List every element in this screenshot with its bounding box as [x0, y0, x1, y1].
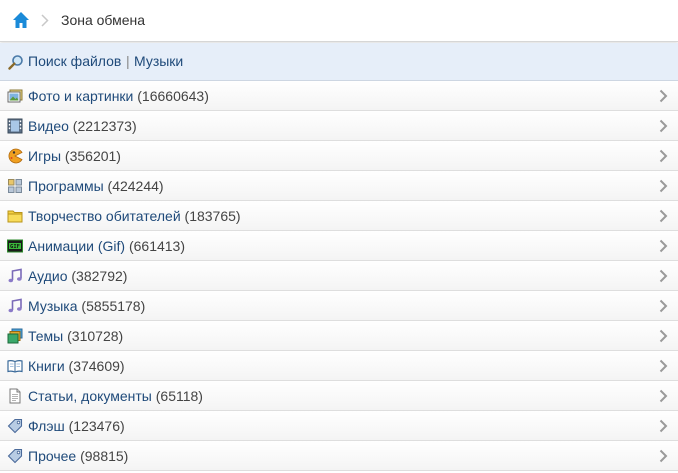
chevron-right-icon — [659, 179, 668, 193]
category-label: Творчество обитателей — [28, 208, 181, 224]
category-themes[interactable]: Темы (310728) — [0, 321, 678, 351]
document-icon — [9, 388, 21, 404]
page-title: Зона обмена — [61, 12, 146, 28]
category-label: Статьи, документы — [28, 388, 152, 404]
music-note-icon — [8, 268, 22, 283]
category-label: Прочее — [28, 448, 77, 464]
category-audio[interactable]: Аудио (382792) — [0, 261, 678, 291]
book-icon — [7, 360, 23, 373]
category-count: (661413) — [128, 238, 186, 254]
category-creativity[interactable]: Творчество обитателей (183765) — [0, 201, 678, 231]
folder-icon — [7, 210, 23, 223]
category-count: (310728) — [67, 328, 124, 344]
category-count: (382792) — [71, 268, 128, 284]
category-label: Темы — [28, 328, 64, 344]
chevron-right-icon — [659, 119, 668, 133]
top-bar: Зона обмена — [0, 0, 678, 42]
category-label: Фото и картинки — [28, 88, 134, 104]
category-video[interactable]: Видео (2212373) — [0, 111, 678, 141]
category-count: (183765) — [184, 208, 241, 224]
category-label: Аудио — [28, 268, 68, 284]
chevron-right-icon — [659, 419, 668, 433]
category-label: Музыка — [28, 298, 78, 314]
tag-icon — [7, 418, 23, 434]
category-count: (2212373) — [72, 118, 137, 134]
category-list: Фото и картинки (16660643) Видео (221237… — [0, 81, 678, 471]
apps-grid-icon — [8, 179, 22, 193]
chevron-right-icon — [659, 269, 668, 283]
category-label: Видео — [28, 118, 69, 134]
category-programs[interactable]: Программы (424244) — [0, 171, 678, 201]
svg-text:GIF: GIF — [10, 244, 20, 250]
search-files-link[interactable]: Поиск файлов — [28, 53, 121, 69]
chevron-right-icon — [659, 299, 668, 313]
category-count: (5855178) — [81, 298, 146, 314]
search-separator: | — [126, 53, 130, 69]
chevron-right-icon — [659, 239, 668, 253]
search-bar: Поиск файлов | Музыки — [0, 43, 678, 81]
chevron-right-icon — [659, 359, 668, 373]
category-music[interactable]: Музыка (5855178) — [0, 291, 678, 321]
search-music-link[interactable]: Музыки — [134, 53, 183, 69]
themes-icon — [7, 328, 23, 344]
chevron-right-icon — [659, 389, 668, 403]
tag-icon — [7, 448, 23, 464]
gif-icon: GIF — [7, 239, 23, 253]
chevron-right-icon — [659, 89, 668, 103]
pacman-icon — [8, 148, 23, 164]
category-count: (65118) — [155, 388, 203, 404]
chevron-right-icon — [41, 14, 49, 27]
chevron-right-icon — [659, 149, 668, 163]
category-count: (424244) — [107, 178, 164, 194]
chevron-right-icon — [659, 209, 668, 223]
category-label: Анимации (Gif) — [28, 238, 126, 254]
music-note-icon — [8, 298, 22, 313]
category-flash[interactable]: Флэш (123476) — [0, 411, 678, 441]
category-books[interactable]: Книги (374609) — [0, 351, 678, 381]
category-label: Флэш — [28, 418, 65, 434]
film-icon — [7, 118, 23, 134]
category-count: (356201) — [64, 148, 121, 164]
photo-icon — [7, 89, 23, 103]
chevron-right-icon — [659, 449, 668, 463]
category-other[interactable]: Прочее (98815) — [0, 441, 678, 471]
category-games[interactable]: Игры (356201) — [0, 141, 678, 171]
category-label: Игры — [28, 148, 62, 164]
category-animations[interactable]: GIF Анимации (Gif) (661413) — [0, 231, 678, 261]
chevron-right-icon — [659, 329, 668, 343]
category-count: (123476) — [68, 418, 125, 434]
category-count: (98815) — [80, 448, 129, 464]
category-photo[interactable]: Фото и картинки (16660643) — [0, 81, 678, 111]
magnifier-icon — [8, 55, 23, 70]
category-count: (16660643) — [137, 88, 209, 104]
category-label: Книги — [28, 358, 65, 374]
category-count: (374609) — [68, 358, 125, 374]
home-icon[interactable] — [12, 11, 30, 29]
category-articles[interactable]: Статьи, документы (65118) — [0, 381, 678, 411]
category-label: Программы — [28, 178, 104, 194]
